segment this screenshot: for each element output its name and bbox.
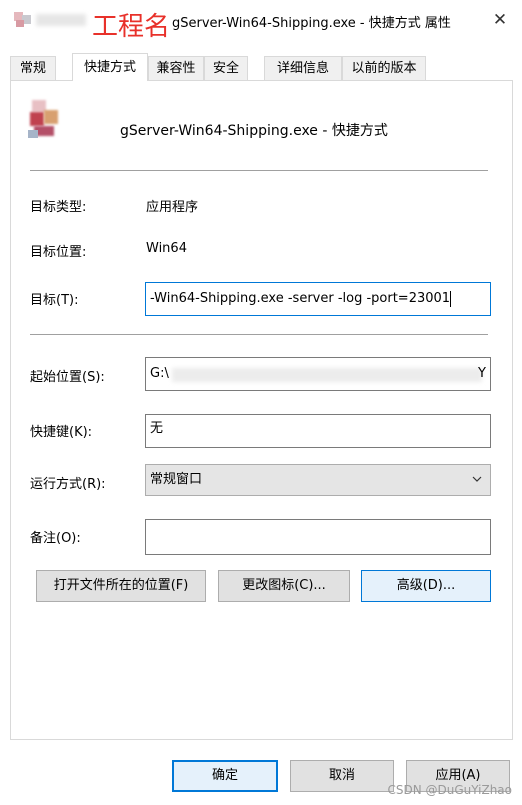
target-location-value: Win64 bbox=[146, 241, 187, 256]
open-file-location-button[interactable]: 打开文件所在的位置(F) bbox=[36, 570, 206, 602]
hotkey-field[interactable]: 无 bbox=[145, 414, 491, 448]
run-select-value: 常规窗口 bbox=[150, 472, 203, 487]
shortcut-tab-panel bbox=[10, 80, 513, 740]
app-icon bbox=[26, 98, 64, 142]
target-label: 目标(T): bbox=[30, 293, 79, 308]
tab-security[interactable]: 安全 bbox=[204, 56, 248, 80]
target-type-label: 目标类型: bbox=[30, 200, 87, 215]
tab-details[interactable]: 详细信息 bbox=[264, 56, 342, 80]
start-in-field-suffix: Y bbox=[478, 366, 486, 381]
redacted-path bbox=[172, 368, 482, 382]
ok-button[interactable]: 确定 bbox=[172, 760, 278, 792]
window-title: gServer-Win64-Shipping.exe - 快捷方式 属性 bbox=[172, 16, 451, 31]
change-icon-button[interactable]: 更改图标(C)... bbox=[218, 570, 350, 602]
advanced-button[interactable]: 高级(D)... bbox=[361, 570, 491, 602]
target-type-value: 应用程序 bbox=[146, 200, 199, 215]
comment-label: 备注(O): bbox=[30, 531, 81, 546]
shortcut-name: gServer-Win64-Shipping.exe - 快捷方式 bbox=[120, 123, 388, 139]
tab-compatibility[interactable]: 兼容性 bbox=[148, 56, 204, 80]
divider bbox=[30, 334, 488, 335]
tab-shortcut[interactable]: 快捷方式 bbox=[72, 53, 148, 81]
properties-window: gServer-Win64-Shipping.exe - 快捷方式 属性 工程名… bbox=[0, 0, 522, 805]
run-label: 运行方式(R): bbox=[30, 477, 106, 492]
cancel-button[interactable]: 取消 bbox=[290, 760, 394, 792]
target-location-label: 目标位置: bbox=[30, 245, 87, 260]
csdn-watermark: CSDN @DuGuYiZhao bbox=[387, 783, 512, 797]
title-bar: gServer-Win64-Shipping.exe - 快捷方式 属性 工程名… bbox=[0, 0, 522, 42]
target-field[interactable]: -Win64-Shipping.exe -server -log -port=2… bbox=[145, 282, 491, 316]
close-icon[interactable]: ✕ bbox=[490, 10, 510, 30]
comment-field[interactable] bbox=[145, 519, 491, 555]
app-icon-small bbox=[14, 12, 32, 28]
start-in-label: 起始位置(S): bbox=[30, 370, 105, 385]
divider bbox=[30, 170, 488, 171]
run-select[interactable]: 常规窗口 bbox=[145, 464, 491, 496]
redacted-title-prefix bbox=[36, 14, 86, 26]
text-caret bbox=[450, 290, 452, 307]
chevron-down-icon bbox=[472, 476, 482, 482]
start-in-field[interactable]: G:\ Y bbox=[145, 357, 491, 391]
tab-strip: 常规 快捷方式 兼容性 安全 详细信息 以前的版本 bbox=[10, 53, 515, 82]
start-in-field-value: G:\ bbox=[150, 366, 169, 381]
target-field-value: -Win64-Shipping.exe -server -log -port=2… bbox=[150, 291, 451, 306]
project-name-annotation: 工程名 bbox=[92, 12, 171, 42]
hotkey-field-value: 无 bbox=[150, 421, 164, 436]
tab-general[interactable]: 常规 bbox=[10, 56, 56, 80]
hotkey-label: 快捷键(K): bbox=[30, 425, 93, 440]
tab-previous-versions[interactable]: 以前的版本 bbox=[342, 56, 426, 80]
